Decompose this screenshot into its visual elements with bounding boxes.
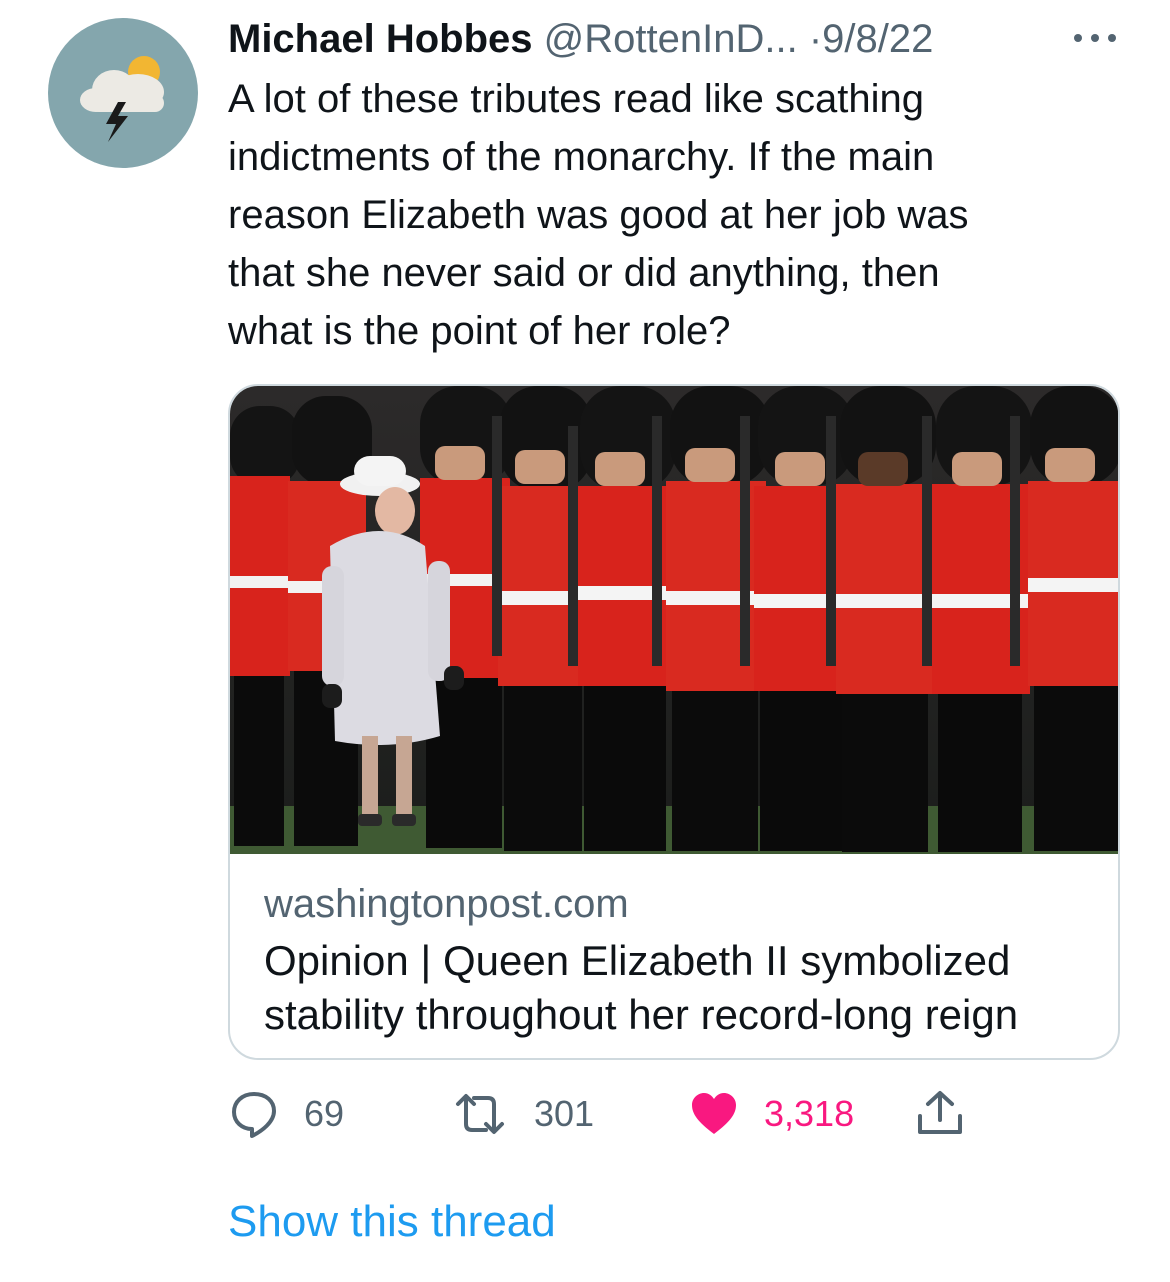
card-domain: washingtonpost.com [264, 882, 629, 926]
card-title: Opinion | Queen Elizabeth II symbolized … [264, 937, 1019, 1038]
retweet-count: 301 [534, 1093, 595, 1134]
share-icon [918, 1091, 962, 1134]
share-button[interactable] [914, 1088, 966, 1140]
reply-button[interactable]: 69 [228, 1088, 344, 1140]
card-image [230, 386, 1118, 854]
retweet-button[interactable]: 301 [450, 1088, 594, 1140]
like-button[interactable]: 3,318 [688, 1088, 854, 1140]
more-options-icon[interactable] [1070, 28, 1120, 53]
reply-icon [232, 1092, 276, 1138]
action-bar: 69 301 3,318 [228, 1088, 1128, 1148]
link-card[interactable]: washingtonpost.com Opinion | Queen Eliza… [228, 384, 1120, 1060]
like-count: 3,318 [764, 1093, 855, 1134]
author-name[interactable]: Michael Hobbes [228, 17, 533, 61]
retweet-icon [456, 1094, 504, 1134]
reply-count: 69 [304, 1093, 345, 1134]
tweet-header: Michael Hobbes @RottenInD... ·9/8/22 [228, 14, 1058, 64]
tweet-date[interactable]: 9/8/22 [822, 17, 933, 61]
thunderstorm-cloud-icon [80, 56, 164, 142]
tweet-text: A lot of these tributes read like scathi… [228, 77, 969, 353]
avatar[interactable] [48, 18, 198, 168]
show-thread-link[interactable]: Show this thread [228, 1196, 556, 1248]
author-handle[interactable]: @RottenInD... [544, 17, 798, 61]
heart-icon [692, 1093, 736, 1134]
meta-separator: · [808, 17, 823, 61]
